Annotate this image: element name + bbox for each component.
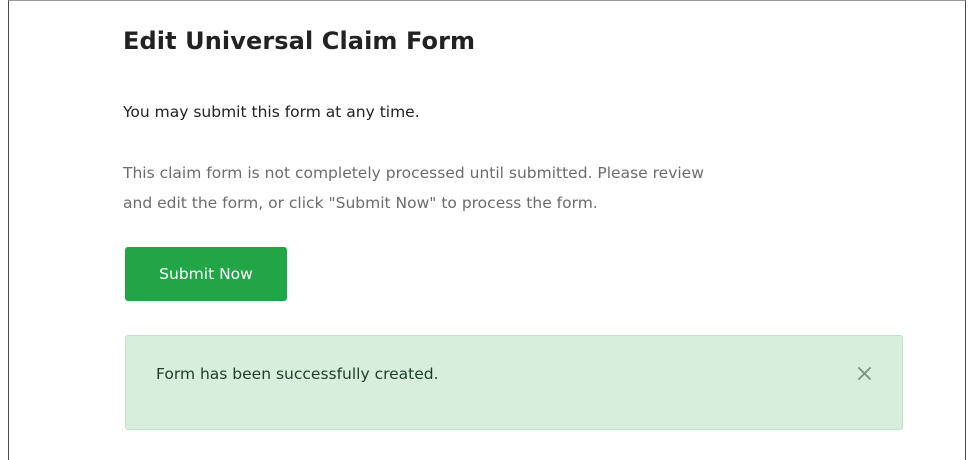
processing-note-line-2: and edit the form, or click "Submit Now"… <box>123 194 598 212</box>
submit-now-button[interactable]: Submit Now <box>125 247 287 301</box>
processing-note-line-1: This claim form is not completely proces… <box>123 164 704 182</box>
close-icon[interactable] <box>854 363 874 383</box>
processing-note: This claim form is not completely proces… <box>123 158 903 218</box>
page-frame: Edit Universal Claim Form You may submit… <box>8 0 966 460</box>
success-alert: Form has been successfully created. <box>125 335 903 430</box>
page-title: Edit Universal Claim Form <box>123 27 476 55</box>
close-icon-glyph <box>857 366 871 380</box>
alert-message: Form has been successfully created. <box>156 365 439 383</box>
intro-text: You may submit this form at any time. <box>123 103 420 121</box>
